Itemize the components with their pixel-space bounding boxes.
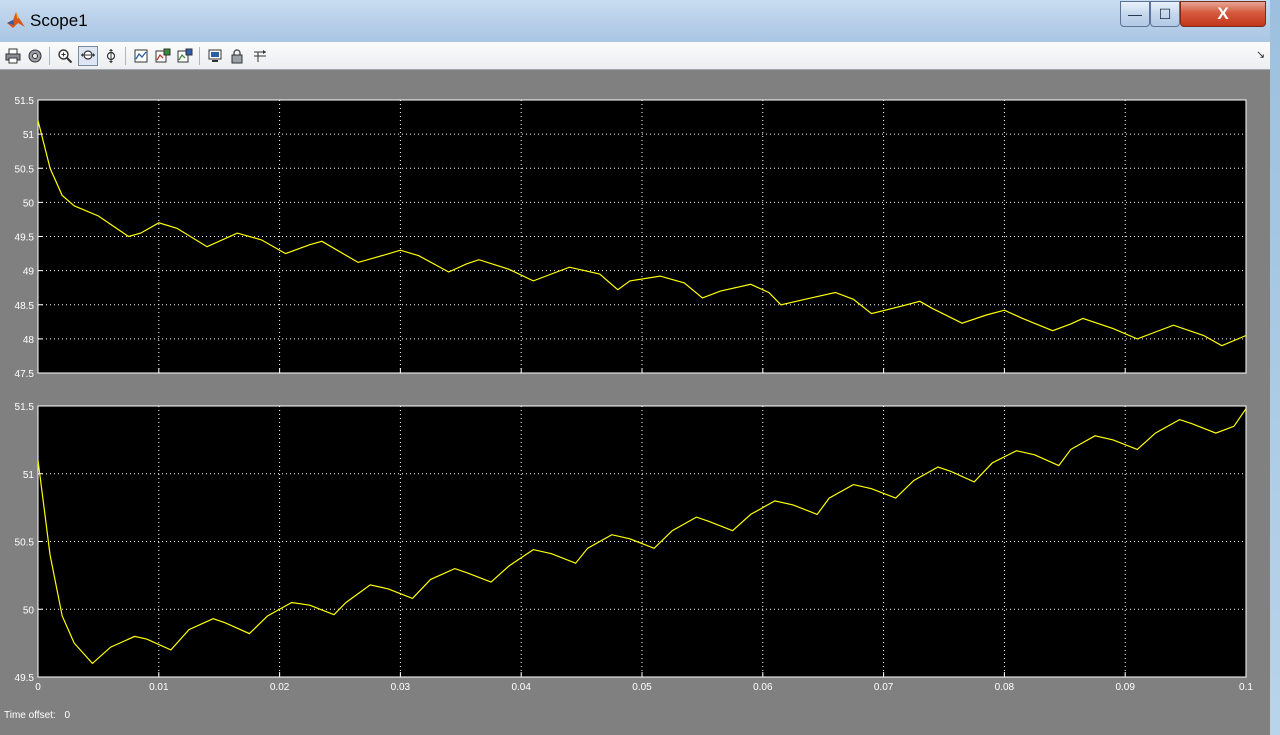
x-tick-label: 0.09 [1115,682,1135,693]
scope-plots: 47.5 48 48.5 49 49.5 50 50.5 51 51.5 0 0.01 0.02 0.… [15,96,1254,693]
scope-toolbar: ↘ [0,42,1270,70]
time-offset-label: Time offset: [4,710,56,721]
time-offset-value: 0 [64,710,71,721]
minimize-icon: — [1128,6,1142,22]
x-tick-label: 0 [35,682,41,693]
signal-selection-icon [254,50,266,62]
zoom-y-icon [106,49,116,63]
x-tick-label: 0.06 [753,682,773,693]
zoom-x-button[interactable] [78,46,98,66]
close-button[interactable]: X [1180,1,1266,27]
y-tick-label: 51 [23,130,35,141]
maximize-icon: ☐ [1158,6,1172,22]
y-tick-label: 48 [23,335,35,346]
x-tick-label: 0.02 [270,682,290,693]
toolbar-separator [49,47,50,65]
y-tick-label: 51.5 [15,402,35,413]
title-bar[interactable]: Scope1 — ☐ X [0,0,1270,42]
window-title: Scope1 [30,11,88,30]
toolbar-separator [125,47,126,65]
maximize-button[interactable]: ☐ [1150,1,1180,27]
print-icon [5,48,21,64]
y-tick-label: 49 [23,267,35,278]
zoom-button[interactable] [55,46,75,66]
upper-axes[interactable]: 47.5 48 48.5 49 49.5 50 50.5 51 51.5 [15,96,1247,380]
matlab-logo-icon [7,12,25,28]
autoscale-button[interactable] [131,46,151,66]
floating-scope-button[interactable] [205,46,225,66]
parameters-button[interactable] [25,46,45,66]
minimize-button[interactable]: — [1120,1,1150,27]
x-tick-label: 0.04 [511,682,531,693]
autoscale-icon [134,49,148,63]
x-tick-label: 0.07 [874,682,894,693]
close-icon: X [1217,4,1229,23]
floating-scope-icon [208,49,222,62]
save-axes-icon [155,48,171,63]
signal-selection-button[interactable] [250,46,270,66]
lock-axes-icon [231,49,243,64]
x-tick-label: 0.1 [1239,682,1253,693]
parameters-icon [28,49,42,63]
x-tick-label: 0.01 [149,682,169,693]
y-tick-label: 50.5 [15,538,35,549]
y-tick-label: 47.5 [15,369,35,380]
zoom-x-icon [81,50,95,60]
zoom-icon [58,49,73,64]
x-tick-label: 0.05 [632,682,652,693]
time-offset-readout: Time offset: 0 [4,710,70,721]
dock-arrow-icon[interactable]: ↘ [1256,48,1265,61]
zoom-y-button[interactable] [101,46,121,66]
x-tick-label: 0.03 [391,682,411,693]
restore-axes-icon [177,48,193,63]
y-tick-label: 49.5 [15,673,35,684]
lock-axes-button[interactable] [227,46,247,66]
save-axes-button[interactable] [153,46,173,66]
y-tick-label: 51.5 [15,96,35,107]
print-button[interactable] [3,46,23,66]
scope-window: Scope1 — ☐ X ↘ 47.5 48 48.5 49 49.5 50 5… [0,0,1270,735]
y-tick-label: 48.5 [15,301,35,312]
x-tick-label: 0.08 [995,682,1015,693]
toolbar-separator [199,47,200,65]
y-tick-label: 50 [23,605,35,616]
y-tick-label: 49.5 [15,233,35,244]
lower-axes[interactable]: 0 0.01 0.02 0.03 0.04 0.05 0.06 0.07 0.08 0.09 0.1… [15,402,1254,693]
restore-axes-button[interactable] [175,46,195,66]
y-tick-label: 50 [23,198,35,209]
y-tick-label: 51 [23,470,35,481]
y-tick-label: 50.5 [15,164,35,175]
